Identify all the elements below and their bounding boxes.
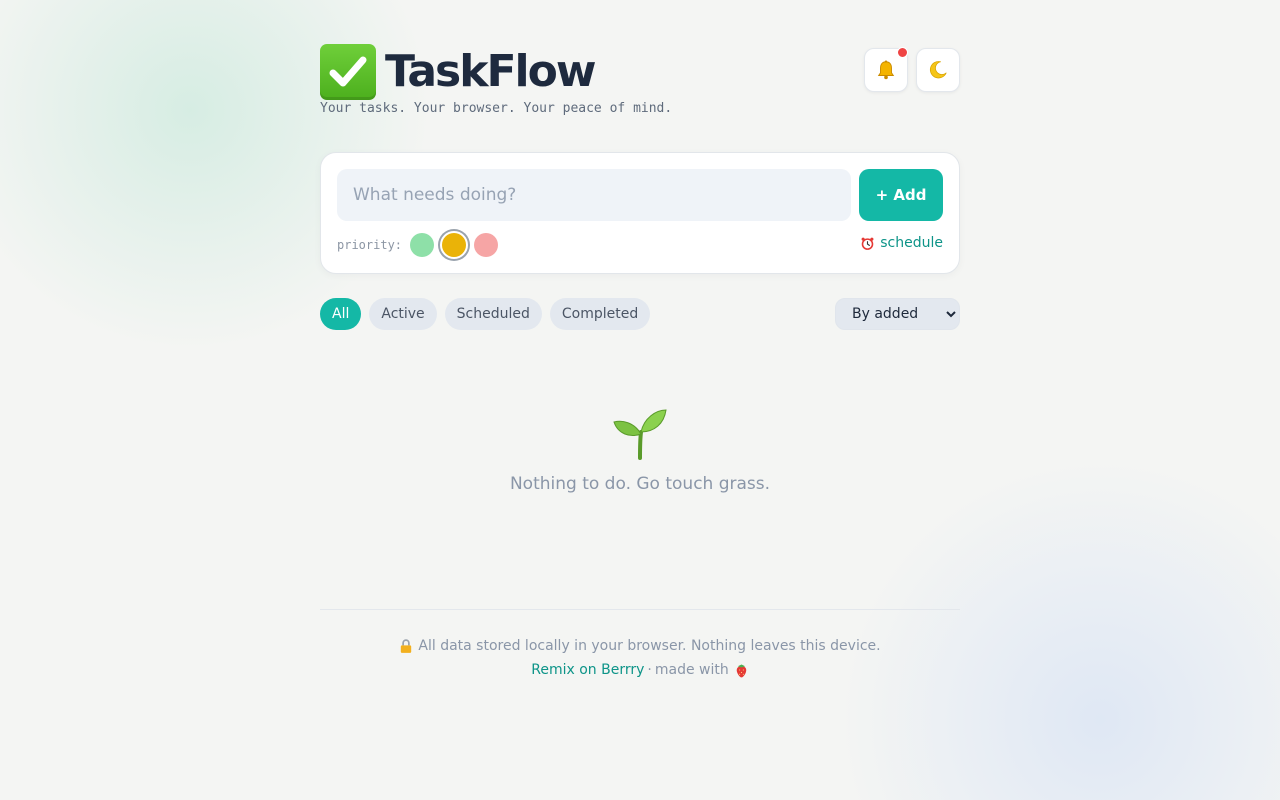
privacy-text: All data stored locally in your browser.… <box>418 638 881 654</box>
alarm-clock-icon <box>860 236 875 251</box>
made-with-text: made with <box>654 662 729 678</box>
priority-selector: priority: <box>337 231 506 259</box>
title-row: TaskFlow <box>320 44 596 100</box>
priority-medium-dot[interactable] <box>440 231 469 259</box>
app-title: TaskFlow <box>385 46 596 97</box>
notification-badge <box>897 47 908 58</box>
filter-tabs: All Active Scheduled Completed <box>320 298 658 330</box>
task-composer: + Add priority: schedule <box>320 152 960 274</box>
priority-low-dot[interactable] <box>410 233 435 257</box>
filter-active[interactable]: Active <box>369 298 437 330</box>
filter-all[interactable]: All <box>320 298 362 330</box>
theme-toggle-button[interactable] <box>916 48 960 92</box>
notifications-button[interactable] <box>864 47 908 92</box>
footer-divider <box>320 609 960 610</box>
strawberry-icon <box>734 662 749 678</box>
app-container: TaskFlow Your tasks. Your browser. Your … <box>320 0 960 800</box>
footer: All data stored locally in your browser.… <box>320 634 960 682</box>
schedule-label: schedule <box>880 235 943 251</box>
add-task-button[interactable]: + Add <box>859 169 943 221</box>
privacy-notice: All data stored locally in your browser.… <box>320 634 960 658</box>
sort-select[interactable]: By added <box>835 298 960 330</box>
priority-high-dot[interactable] <box>474 233 499 257</box>
filter-completed[interactable]: Completed <box>549 298 651 330</box>
seedling-icon <box>613 409 667 460</box>
tagline: Your tasks. Your browser. Your peace of … <box>320 101 673 116</box>
lock-icon <box>399 638 413 654</box>
credits: Remix on Berrry · made with <box>320 658 960 682</box>
schedule-button[interactable]: schedule <box>860 235 943 251</box>
header: TaskFlow Your tasks. Your browser. Your … <box>320 40 960 124</box>
check-mark-icon <box>320 44 376 100</box>
empty-state-message: Nothing to do. Go touch grass. <box>509 474 771 494</box>
filter-scheduled[interactable]: Scheduled <box>444 298 542 330</box>
task-input[interactable] <box>337 169 851 221</box>
bell-icon <box>877 60 895 80</box>
remix-link[interactable]: Remix on Berrry <box>531 658 644 682</box>
separator: · <box>647 662 652 678</box>
moon-icon <box>930 61 947 79</box>
empty-state: Nothing to do. Go touch grass. <box>320 404 960 494</box>
priority-label: priority: <box>337 238 403 252</box>
